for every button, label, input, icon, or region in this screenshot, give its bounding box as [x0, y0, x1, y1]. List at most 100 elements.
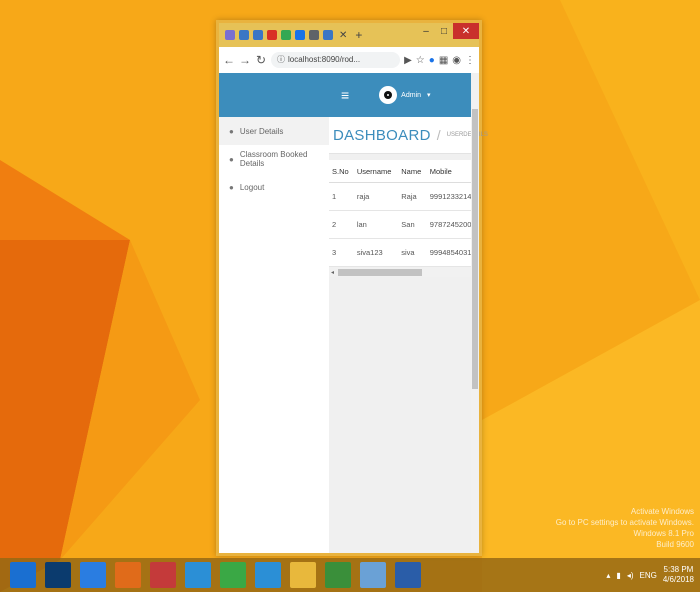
breadcrumb[interactable]: USERDETAILS: [447, 132, 488, 138]
photoshop-icon[interactable]: [45, 562, 71, 588]
tab-favicon[interactable]: [239, 30, 249, 40]
app-icon[interactable]: [150, 562, 176, 588]
sidebar-item-label: Logout: [239, 182, 265, 192]
forward-arrow-icon[interactable]: →: [239, 53, 251, 67]
language-indicator[interactable]: ENG: [640, 571, 657, 580]
clock-date: 4/6/2018: [662, 575, 694, 584]
system-tray: ▴ ▮ ◂) ENG 5:38 PM 4/6/2018: [606, 558, 694, 592]
url-text: localhost:8090/rod...: [288, 55, 361, 64]
scroll-left-arrow-icon[interactable]: ◂: [331, 269, 334, 276]
tab-favicon[interactable]: [295, 30, 305, 40]
horizontal-scrollbar[interactable]: ◂ ▸: [329, 267, 479, 277]
browser-tabs: [225, 30, 337, 40]
chrome-icon[interactable]: [80, 562, 106, 588]
reload-icon[interactable]: ↻: [255, 53, 267, 67]
tab-favicon[interactable]: [323, 30, 333, 40]
sidebar-item-label: User Details: [239, 126, 284, 136]
taskbar: ▴ ▮ ◂) ENG 5:38 PM 4/6/2018: [0, 558, 700, 592]
table-cell: siva123: [353, 238, 399, 267]
page-title: DASHBOARD: [333, 126, 431, 144]
tab-favicon[interactable]: [309, 30, 319, 40]
table-cell: 1: [329, 182, 354, 211]
table-row: 1 raja Raja 9991233214: [329, 182, 479, 211]
watermark-line: Windows 8.1 Pro: [633, 529, 694, 538]
avatar[interactable]: [379, 86, 398, 104]
sidebar-item-label: Classroom Booked Details: [239, 150, 308, 168]
minimize-button[interactable]: –: [417, 23, 435, 39]
table-cell: 2: [329, 210, 354, 239]
tab-favicon[interactable]: [253, 30, 263, 40]
circle-icon: ●: [229, 182, 234, 192]
clock-time: 5:38 PM: [663, 565, 694, 574]
caret-down-icon[interactable]: ▾: [427, 91, 431, 99]
user-menu-label[interactable]: Admin: [401, 92, 421, 99]
internet-explorer-icon[interactable]: [185, 562, 211, 588]
window-controls: – □ ✕: [417, 23, 479, 41]
tab-favicon[interactable]: [281, 30, 291, 40]
internet-explorer-icon[interactable]: [255, 562, 281, 588]
address-bar: ← → ↻ ⓘ localhost:8090/rod... ▶ ☆ ● ▦ ◉ ⋮: [219, 47, 479, 74]
info-icon[interactable]: ⓘ: [277, 55, 285, 64]
firefox-icon[interactable]: [115, 562, 141, 588]
close-window-button[interactable]: ✕: [453, 23, 479, 39]
sidebar-header: [219, 73, 329, 117]
table-cell: raja: [353, 182, 399, 211]
column-header: Name: [398, 160, 427, 183]
close-tab-icon[interactable]: ✕: [339, 30, 347, 41]
table-cell: San: [398, 210, 427, 239]
app-icon[interactable]: [360, 562, 386, 588]
extension-icon[interactable]: ▦: [439, 55, 448, 66]
circle-icon: ●: [229, 126, 234, 136]
user-avatar-icon: [384, 91, 393, 99]
browser-tab-strip: ✕ + – □ ✕: [219, 23, 479, 47]
scrollbar-thumb[interactable]: [338, 268, 423, 276]
url-input[interactable]: ⓘ localhost:8090/rod...: [271, 52, 401, 68]
file-explorer-icon[interactable]: [290, 562, 316, 588]
vertical-scrollbar[interactable]: [471, 73, 479, 553]
table-cell: Raja: [398, 182, 427, 211]
users-table-container: S.No Username Name Mobile 1 raja Raja 99…: [329, 160, 479, 277]
browser-window: ✕ + – □ ✕ ← → ↻ ⓘ localhost:8090/rod... ▶…: [216, 20, 488, 556]
scrollbar-thumb[interactable]: [472, 109, 478, 389]
taskbar-apps: [0, 562, 421, 588]
tab-favicon[interactable]: [267, 30, 277, 40]
volume-icon[interactable]: ◂): [627, 571, 634, 580]
profile-icon[interactable]: ◉: [452, 55, 461, 66]
web-app: ● User Details ● Classroom Booked Detail…: [219, 73, 488, 553]
watermark-line: Build 9600: [656, 540, 694, 549]
clock[interactable]: 5:38 PM 4/6/2018: [663, 565, 694, 585]
network-icon[interactable]: ▮: [616, 571, 620, 580]
app-icon[interactable]: [325, 562, 351, 588]
circle-icon: ●: [229, 154, 234, 164]
tray-arrow-icon[interactable]: ▴: [606, 571, 610, 580]
windows-start-icon[interactable]: [10, 562, 36, 588]
users-table: S.No Username Name Mobile 1 raja Raja 99…: [329, 160, 479, 267]
sidebar-item-logout[interactable]: ● Logout: [219, 173, 329, 201]
table-cell: siva: [398, 238, 427, 267]
bookmark-star-icon[interactable]: ☆: [416, 55, 425, 66]
table-cell: 3: [329, 238, 354, 267]
table-header-row: S.No Username Name Mobile: [329, 160, 479, 183]
page-header: DASHBOARD / USERDETAILS: [329, 117, 488, 154]
sidebar-item-user-details[interactable]: ● User Details: [219, 117, 329, 145]
watermark-line: Go to PC settings to activate Windows.: [555, 518, 694, 527]
watermark-line: Activate Windows: [630, 507, 694, 516]
table-row: 2 lan San 9787245200: [329, 210, 479, 239]
app-icon[interactable]: [395, 562, 421, 588]
breadcrumb-separator: /: [436, 127, 441, 143]
table-cell: lan: [353, 210, 399, 239]
tab-favicon[interactable]: [225, 30, 235, 40]
hamburger-menu-icon[interactable]: ≡: [341, 87, 349, 103]
back-arrow-icon[interactable]: ←: [223, 53, 235, 67]
cast-icon[interactable]: ▶: [404, 55, 412, 66]
app-icon[interactable]: [220, 562, 246, 588]
table-row: 3 siva123 siva 9994854031: [329, 238, 479, 267]
column-header: Username: [353, 160, 399, 183]
maximize-button[interactable]: □: [435, 23, 453, 39]
menu-dots-icon[interactable]: ⋮: [465, 55, 475, 66]
activation-watermark: Activate Windows Go to PC settings to ac…: [556, 506, 694, 550]
new-tab-button[interactable]: +: [355, 28, 362, 42]
sidebar-item-classroom-booked-details[interactable]: ● Classroom Booked Details: [219, 145, 329, 173]
column-header: S.No: [329, 160, 354, 183]
extension-icon[interactable]: ●: [429, 55, 435, 66]
